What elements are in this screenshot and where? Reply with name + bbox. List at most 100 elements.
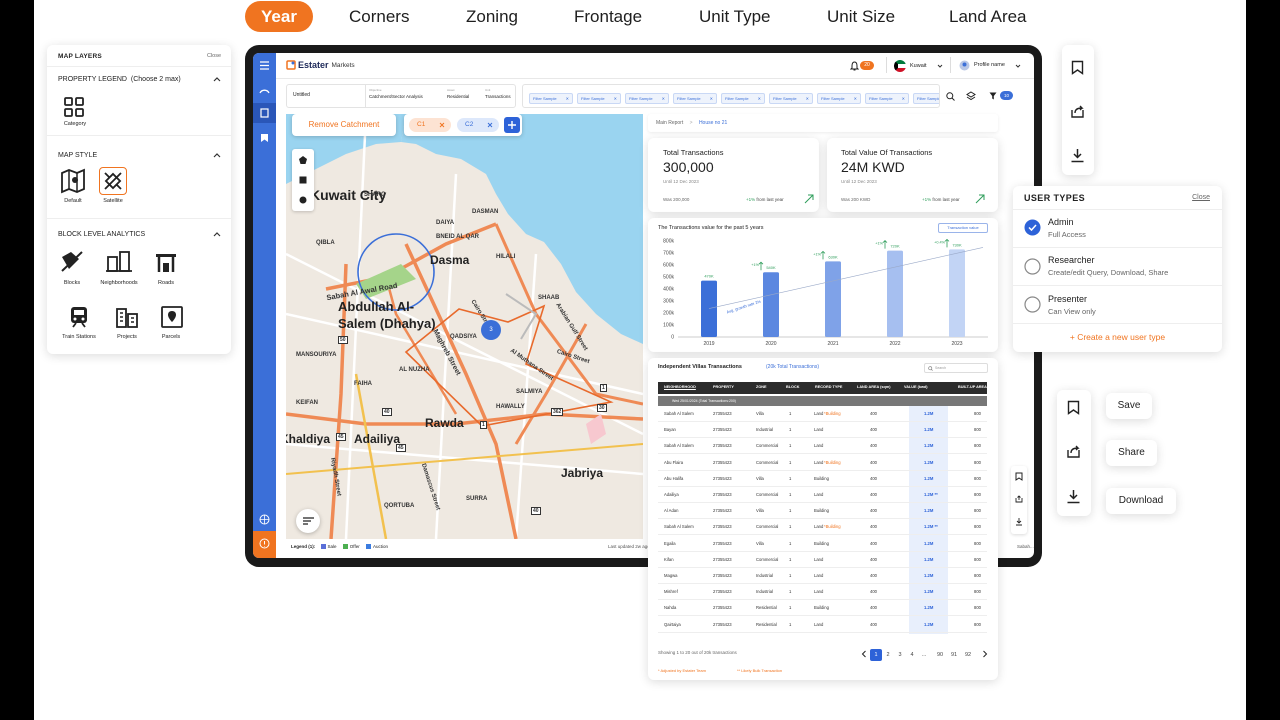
satellite-icon[interactable] bbox=[99, 167, 127, 195]
page-button[interactable]: 3 bbox=[894, 649, 906, 661]
table-row[interactable]: Nahda 27355423 Residential 1 Building 400 1.2M… bbox=[658, 600, 987, 617]
table-row[interactable]: Abu Flaira 27355423 Commercial 1 Land *Buildi… bbox=[658, 455, 987, 471]
close-icon[interactable]: ✕ bbox=[806, 94, 809, 103]
chevron-up-icon[interactable] bbox=[213, 76, 221, 82]
blocks-icon[interactable] bbox=[58, 248, 86, 276]
close-icon[interactable] bbox=[487, 122, 493, 128]
close-icon[interactable]: ✕ bbox=[854, 94, 857, 103]
country-select[interactable]: Kuwait bbox=[910, 63, 927, 69]
bookmark-icon[interactable] bbox=[260, 133, 269, 143]
table-row[interactable]: Mishref 27355423 Industrial 1 Land 400 1.2M 800 bbox=[658, 584, 987, 601]
table-search-input[interactable]: Search bbox=[924, 363, 988, 373]
table-row[interactable]: Sabah Al Salem 27355423 Commercial 1 Land 400… bbox=[658, 438, 987, 455]
tab-unit-type[interactable]: Unit Type bbox=[699, 1, 771, 32]
category-icon[interactable] bbox=[60, 93, 88, 121]
download-icon[interactable] bbox=[1015, 517, 1023, 526]
info-icon[interactable] bbox=[259, 538, 270, 549]
polygon-tool-icon[interactable] bbox=[298, 155, 308, 165]
chevron-down-icon[interactable] bbox=[1015, 64, 1021, 68]
map-view[interactable]: Kuwait City Dasma Abdullah Al- Salem (Dh… bbox=[286, 114, 643, 539]
tab-land-area[interactable]: Land Area bbox=[949, 1, 1027, 32]
bookmark-icon[interactable] bbox=[1067, 400, 1080, 415]
create-user-type-button[interactable]: + Create a new user type bbox=[1013, 332, 1222, 342]
roads-icon[interactable] bbox=[152, 248, 180, 276]
download-icon[interactable] bbox=[1066, 489, 1081, 504]
bookmark-icon[interactable] bbox=[1015, 472, 1023, 481]
user-types-close[interactable]: Close bbox=[1192, 194, 1210, 201]
filter-chip[interactable]: Filter Sample ✕ bbox=[769, 93, 813, 104]
filter-chip[interactable]: Filter Sample ✕ bbox=[625, 93, 669, 104]
table-row[interactable]: Qairtaiya 27355423 Residential 1 Land 400 1.2M… bbox=[658, 617, 987, 633]
asset-value[interactable]: Residential bbox=[447, 94, 469, 99]
table-row[interactable]: Adailiya 27355423 Commercial 1 Land 400 1.2M *… bbox=[658, 487, 987, 503]
filter-chip[interactable]: Filter Sample ✕ bbox=[529, 93, 573, 104]
table-column-header[interactable]: NEIGHBORHOOD bbox=[664, 385, 696, 389]
save-button[interactable]: Save bbox=[1106, 393, 1152, 419]
map-legend-toggle[interactable] bbox=[296, 509, 320, 533]
layers-icon[interactable] bbox=[966, 91, 976, 101]
share-button[interactable]: Share bbox=[1106, 440, 1157, 466]
filter-chip[interactable]: Filter Sample ✕ bbox=[817, 93, 861, 104]
circle-tool-icon[interactable] bbox=[298, 195, 308, 205]
close-icon[interactable]: ✕ bbox=[758, 94, 761, 103]
tab-unit-size[interactable]: Unit Size bbox=[827, 1, 895, 32]
page-button[interactable]: 4 bbox=[906, 649, 918, 661]
table-row[interactable]: Bayan 27355423 Industrial 1 Land 400 1.2M 800 bbox=[658, 422, 987, 439]
table-column-header[interactable]: VALUE (kwd) bbox=[904, 385, 928, 389]
unit-value[interactable]: Transactions bbox=[485, 94, 511, 99]
chevron-down-icon[interactable] bbox=[937, 64, 943, 68]
search-icon[interactable] bbox=[946, 92, 955, 101]
filter-chip[interactable]: Filter Sample ✕ bbox=[673, 93, 717, 104]
table-row[interactable]: Egaila 27355423 Villa 1 Building 400 1.2M 800 bbox=[658, 536, 987, 552]
default-map-icon[interactable] bbox=[59, 167, 87, 195]
globe-icon[interactable] bbox=[259, 514, 270, 525]
close-icon[interactable]: ✕ bbox=[662, 94, 665, 103]
user-type-presenter[interactable]: Presenter Can View only bbox=[1013, 286, 1222, 323]
table-row[interactable]: Abu Halifa 27355423 Villa 1 Building 400 1.2M 8… bbox=[658, 471, 987, 487]
catchment-chip-c1[interactable]: C1 bbox=[409, 118, 451, 132]
objective-value[interactable]: Catchment/Sector Analysis bbox=[369, 94, 423, 99]
share-icon[interactable] bbox=[1070, 104, 1085, 119]
page-button[interactable]: 1 bbox=[870, 649, 882, 661]
crumb-main-report[interactable]: Main Report bbox=[656, 120, 683, 126]
dashboard-icon[interactable] bbox=[259, 85, 270, 94]
download-icon[interactable] bbox=[1070, 148, 1085, 163]
close-icon[interactable] bbox=[439, 122, 445, 128]
bell-icon[interactable] bbox=[850, 61, 859, 71]
projects-icon[interactable] bbox=[113, 303, 141, 331]
project-name[interactable]: Untitled bbox=[293, 92, 310, 98]
app-logo[interactable]: Estater Markets bbox=[286, 60, 355, 70]
share-icon[interactable] bbox=[1015, 495, 1023, 503]
table-column-header[interactable]: LAND AREA (sqm) bbox=[857, 385, 890, 389]
tab-corners[interactable]: Corners bbox=[349, 1, 409, 32]
page-button[interactable]: 91 bbox=[948, 649, 960, 661]
tab-frontage[interactable]: Frontage bbox=[574, 1, 642, 32]
page-button[interactable]: 2 bbox=[882, 649, 894, 661]
filter-chip[interactable]: Filter Sample ✕ bbox=[577, 93, 621, 104]
filter-chip[interactable]: Filter Sample ✕ bbox=[865, 93, 909, 104]
chevron-up-icon[interactable] bbox=[213, 231, 221, 237]
close-icon[interactable]: ✕ bbox=[710, 94, 713, 103]
share-icon[interactable] bbox=[1066, 444, 1081, 459]
map-layers-close[interactable]: Close bbox=[207, 53, 221, 59]
map-cluster-marker[interactable]: 3 bbox=[481, 320, 501, 340]
tab-year[interactable]: Year bbox=[245, 1, 313, 32]
close-icon[interactable]: ✕ bbox=[614, 94, 617, 103]
table-row[interactable]: Al Adan 27355423 Villa 1 Building 400 1.2M 800 bbox=[658, 503, 987, 520]
table-row[interactable]: Sabah Al Salem 27355423 Commercial 1 Land *Bu… bbox=[658, 519, 987, 536]
user-type-admin[interactable]: Admin Full Access bbox=[1013, 209, 1222, 247]
rectangle-tool-icon[interactable] bbox=[298, 175, 308, 185]
table-row[interactable]: Magwa 27355423 Industrial 1 Land 400 1.2M 800 bbox=[658, 568, 987, 584]
profile-name[interactable]: Profile name bbox=[974, 62, 1005, 68]
close-icon[interactable]: ✕ bbox=[566, 94, 569, 103]
chevron-up-icon[interactable] bbox=[213, 152, 221, 158]
chevron-left-icon[interactable] bbox=[861, 650, 867, 658]
table-column-header[interactable]: BLOCK bbox=[786, 385, 800, 389]
page-button[interactable]: 92 bbox=[962, 649, 974, 661]
parcels-icon[interactable] bbox=[158, 303, 186, 331]
table-column-header[interactable]: BUILT-UP AREA bbox=[958, 385, 987, 389]
table-column-header[interactable]: RECORD TYPE bbox=[815, 385, 842, 389]
table-column-header[interactable]: PROPERTY bbox=[713, 385, 734, 389]
table-row[interactable]: Kifan 27355423 Commercial 1 Land 400 1.2M 800 bbox=[658, 552, 987, 568]
remove-catchment-button[interactable]: Remove Catchment bbox=[292, 114, 396, 136]
